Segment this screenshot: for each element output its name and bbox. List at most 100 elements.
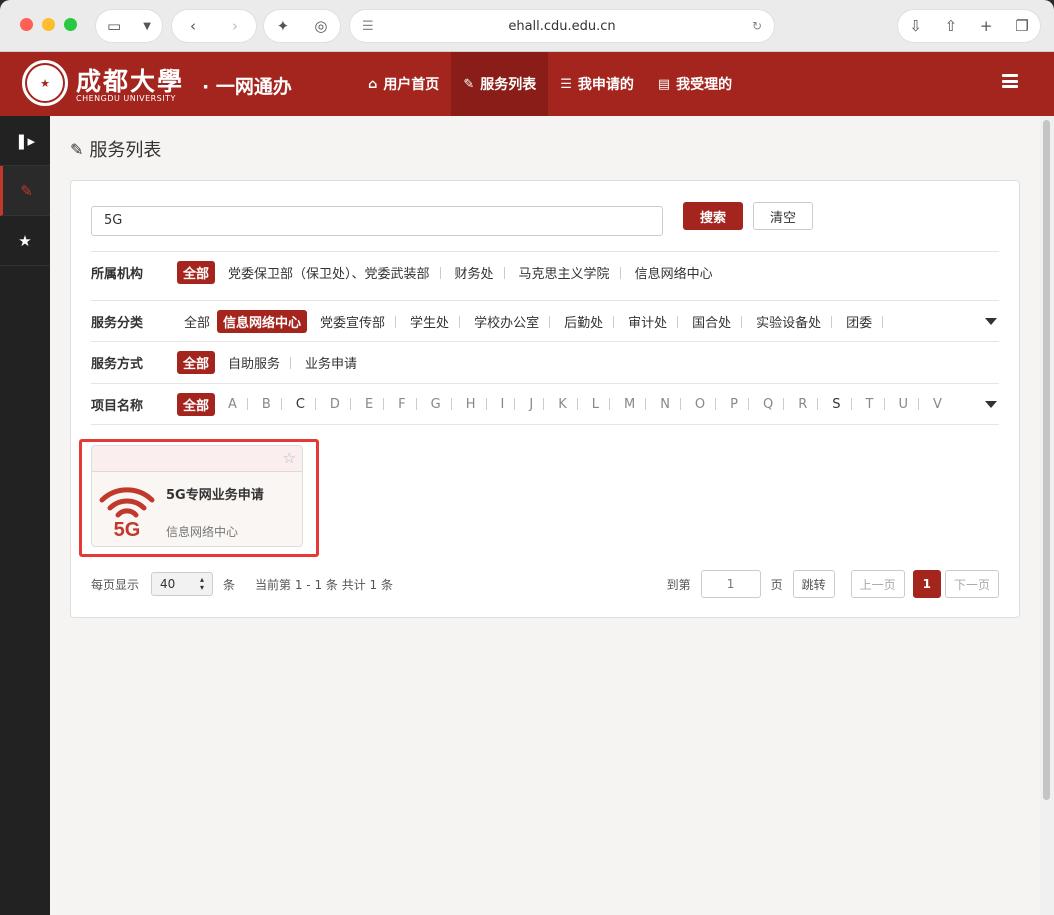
home-icon: ⌂ <box>368 76 378 92</box>
filter-name-letter[interactable]: S <box>825 397 858 412</box>
pagination: 每页显示 40 条 当前第 1 - 1 条 共计 1 条 到第 1 页 跳转 上… <box>91 569 999 599</box>
filter-name-letter[interactable]: F <box>391 397 423 412</box>
service-card[interactable]: ☆ 5G 5G专网业务申请 信息网络中心 <box>91 445 303 547</box>
filter-org-option[interactable]: 全部 <box>177 261 216 284</box>
filter-name-letter[interactable]: Q <box>756 397 791 412</box>
per-page-unit: 条 <box>223 577 236 592</box>
service-panel: 5G 搜索 清空 所属机构 全部 党委保卫部（保卫处）、党委武装部 财务处 马克… <box>70 180 1020 618</box>
expand-letters-icon[interactable] <box>985 400 997 408</box>
sidebar-toggle-button[interactable]: ▭ ▼ <box>96 10 162 42</box>
share-icon[interactable]: ⇧ <box>945 17 958 35</box>
filter-name-letter[interactable]: T <box>859 397 892 412</box>
per-page-select[interactable]: 40 <box>151 572 214 596</box>
zoom-window-button[interactable] <box>64 18 77 31</box>
forward-icon[interactable]: › <box>232 17 238 35</box>
filter-name-letter[interactable]: J <box>522 397 551 412</box>
svg-text:5G: 5G <box>114 519 141 538</box>
filter-name-letter[interactable]: A <box>221 397 255 412</box>
filter-name-letter[interactable]: C <box>289 397 323 412</box>
clear-button[interactable]: 清空 <box>753 202 813 230</box>
filter-method-option[interactable]: 全部 <box>177 351 216 374</box>
filter-category-option[interactable]: 国合处 <box>685 312 749 331</box>
back-icon[interactable]: ‹ <box>190 17 196 35</box>
pagination-info: 当前第 1 - 1 条 共计 1 条 <box>255 577 393 592</box>
wifi-5g-icon: 5G <box>99 487 155 538</box>
scrollbar-thumb[interactable] <box>1043 120 1050 800</box>
edit-icon: ✎ <box>463 76 475 92</box>
main-nav: ⌂ 用户首页 ✎ 服务列表 ☰ 我申请的 ▤ 我受理的 <box>356 52 744 116</box>
filter-name-letter[interactable]: G <box>424 397 459 412</box>
server-icon: ▤ <box>657 76 671 92</box>
filter-org-option[interactable]: 马克思主义学院 <box>512 263 628 282</box>
filter-name-letter[interactable]: M <box>617 397 653 412</box>
filter-name-letter[interactable]: I <box>494 397 523 412</box>
history-nav: ‹ › <box>172 10 256 42</box>
filter-category-option[interactable]: 党委宣传部 <box>313 312 403 331</box>
filter-name-letter[interactable]: K <box>551 397 585 412</box>
expand-categories-icon[interactable] <box>985 318 997 325</box>
page-scrollbar[interactable] <box>1040 116 1054 915</box>
filter-name-letter[interactable]: D <box>323 397 358 412</box>
next-page-button[interactable]: 下一页 <box>944 570 999 598</box>
sidebar-collapse-icon[interactable]: ❚▸ <box>0 116 50 166</box>
filter-name-all[interactable]: 全部 <box>177 392 216 416</box>
filter-name-letter[interactable]: N <box>653 397 688 412</box>
filter-method-label: 服务方式 <box>91 357 144 372</box>
search-input[interactable]: 5G <box>91 206 663 236</box>
new-tab-icon[interactable]: + <box>980 17 993 35</box>
filter-name-letter[interactable]: V <box>926 397 949 412</box>
filter-category-option[interactable]: 学生处 <box>403 312 467 331</box>
filter-category-option[interactable]: 学校办公室 <box>467 312 557 331</box>
nav-my-applications[interactable]: ☰ 我申请的 <box>548 52 646 116</box>
filter-category-option[interactable]: 全部 <box>177 312 217 331</box>
filter-category: 服务分类 全部 信息网络中心 党委宣传部 学生处 学校办公室 后勤处 审计处 国… <box>91 300 999 342</box>
filter-category-option[interactable]: 信息网络中心 <box>217 310 308 333</box>
extensions-group: ✦ ◎ <box>264 10 340 42</box>
goto-page-input[interactable]: 1 <box>700 570 761 598</box>
filter-org-option[interactable]: 党委保卫部（保卫处）、党委武装部 <box>221 263 448 282</box>
tabs-overview-icon[interactable]: ❐ <box>1015 17 1028 35</box>
filter-org: 所属机构 全部 党委保卫部（保卫处）、党委武装部 财务处 马克思主义学院 信息网… <box>91 251 999 293</box>
filter-name-letter[interactable]: O <box>688 397 723 412</box>
prev-page-button[interactable]: 上一页 <box>850 570 905 598</box>
download-icon[interactable]: ⇩ <box>909 17 922 35</box>
nav-my-handled[interactable]: ▤ 我受理的 <box>646 52 744 116</box>
list-icon: ☰ <box>560 76 572 92</box>
search-button[interactable]: 搜索 <box>683 202 743 230</box>
reader-icon[interactable]: ☰ <box>362 19 374 34</box>
jump-button[interactable]: 跳转 <box>792 570 835 598</box>
nav-home[interactable]: ⌂ 用户首页 <box>356 52 451 116</box>
extension-seal-icon[interactable]: ◎ <box>314 17 327 35</box>
page-number-button[interactable]: 1 <box>912 570 941 598</box>
filter-category-option[interactable]: 团委 <box>839 312 890 331</box>
chevron-down-icon: ▼ <box>143 20 151 32</box>
filter-name-letter[interactable]: E <box>358 397 391 412</box>
nav-service-list[interactable]: ✎ 服务列表 <box>451 52 549 116</box>
filter-name-letter[interactable]: P <box>723 397 756 412</box>
sidebar-edit-icon[interactable]: ✎ <box>0 166 50 216</box>
sidebar: ❚▸ ✎ ★ <box>0 116 50 915</box>
filter-name-letter[interactable]: R <box>791 397 825 412</box>
filter-org-option[interactable]: 财务处 <box>448 263 512 282</box>
favorite-star-icon[interactable]: ☆ <box>283 449 296 467</box>
filter-org-option[interactable]: 信息网络中心 <box>628 263 720 282</box>
filter-category-option[interactable]: 审计处 <box>621 312 685 331</box>
close-window-button[interactable] <box>20 18 33 31</box>
extension-bird-icon[interactable]: ✦ <box>277 17 290 35</box>
reload-icon[interactable]: ↻ <box>752 19 762 33</box>
filter-name-letter[interactable]: U <box>892 397 927 412</box>
sidebar-star-icon[interactable]: ★ <box>0 216 50 266</box>
filter-category-option[interactable]: 后勤处 <box>557 312 621 331</box>
filter-name-letter[interactable]: B <box>255 397 289 412</box>
filter-category-option[interactable]: 实验设备处 <box>749 312 839 331</box>
filter-method-option[interactable]: 自助服务 <box>221 353 298 372</box>
edit-icon: ✎ <box>70 139 84 159</box>
filter-org-label: 所属机构 <box>91 267 144 282</box>
address-bar[interactable]: ☰ ehall.cdu.edu.cn ↻ <box>350 10 774 42</box>
filter-name-letter[interactable]: H <box>459 397 494 412</box>
filter-name-letter[interactable]: L <box>585 397 617 412</box>
university-seal-icon: ★ <box>22 60 68 106</box>
minimize-window-button[interactable] <box>42 18 55 31</box>
filter-method-option[interactable]: 业务申请 <box>298 353 364 372</box>
menu-icon[interactable] <box>1002 74 1018 88</box>
